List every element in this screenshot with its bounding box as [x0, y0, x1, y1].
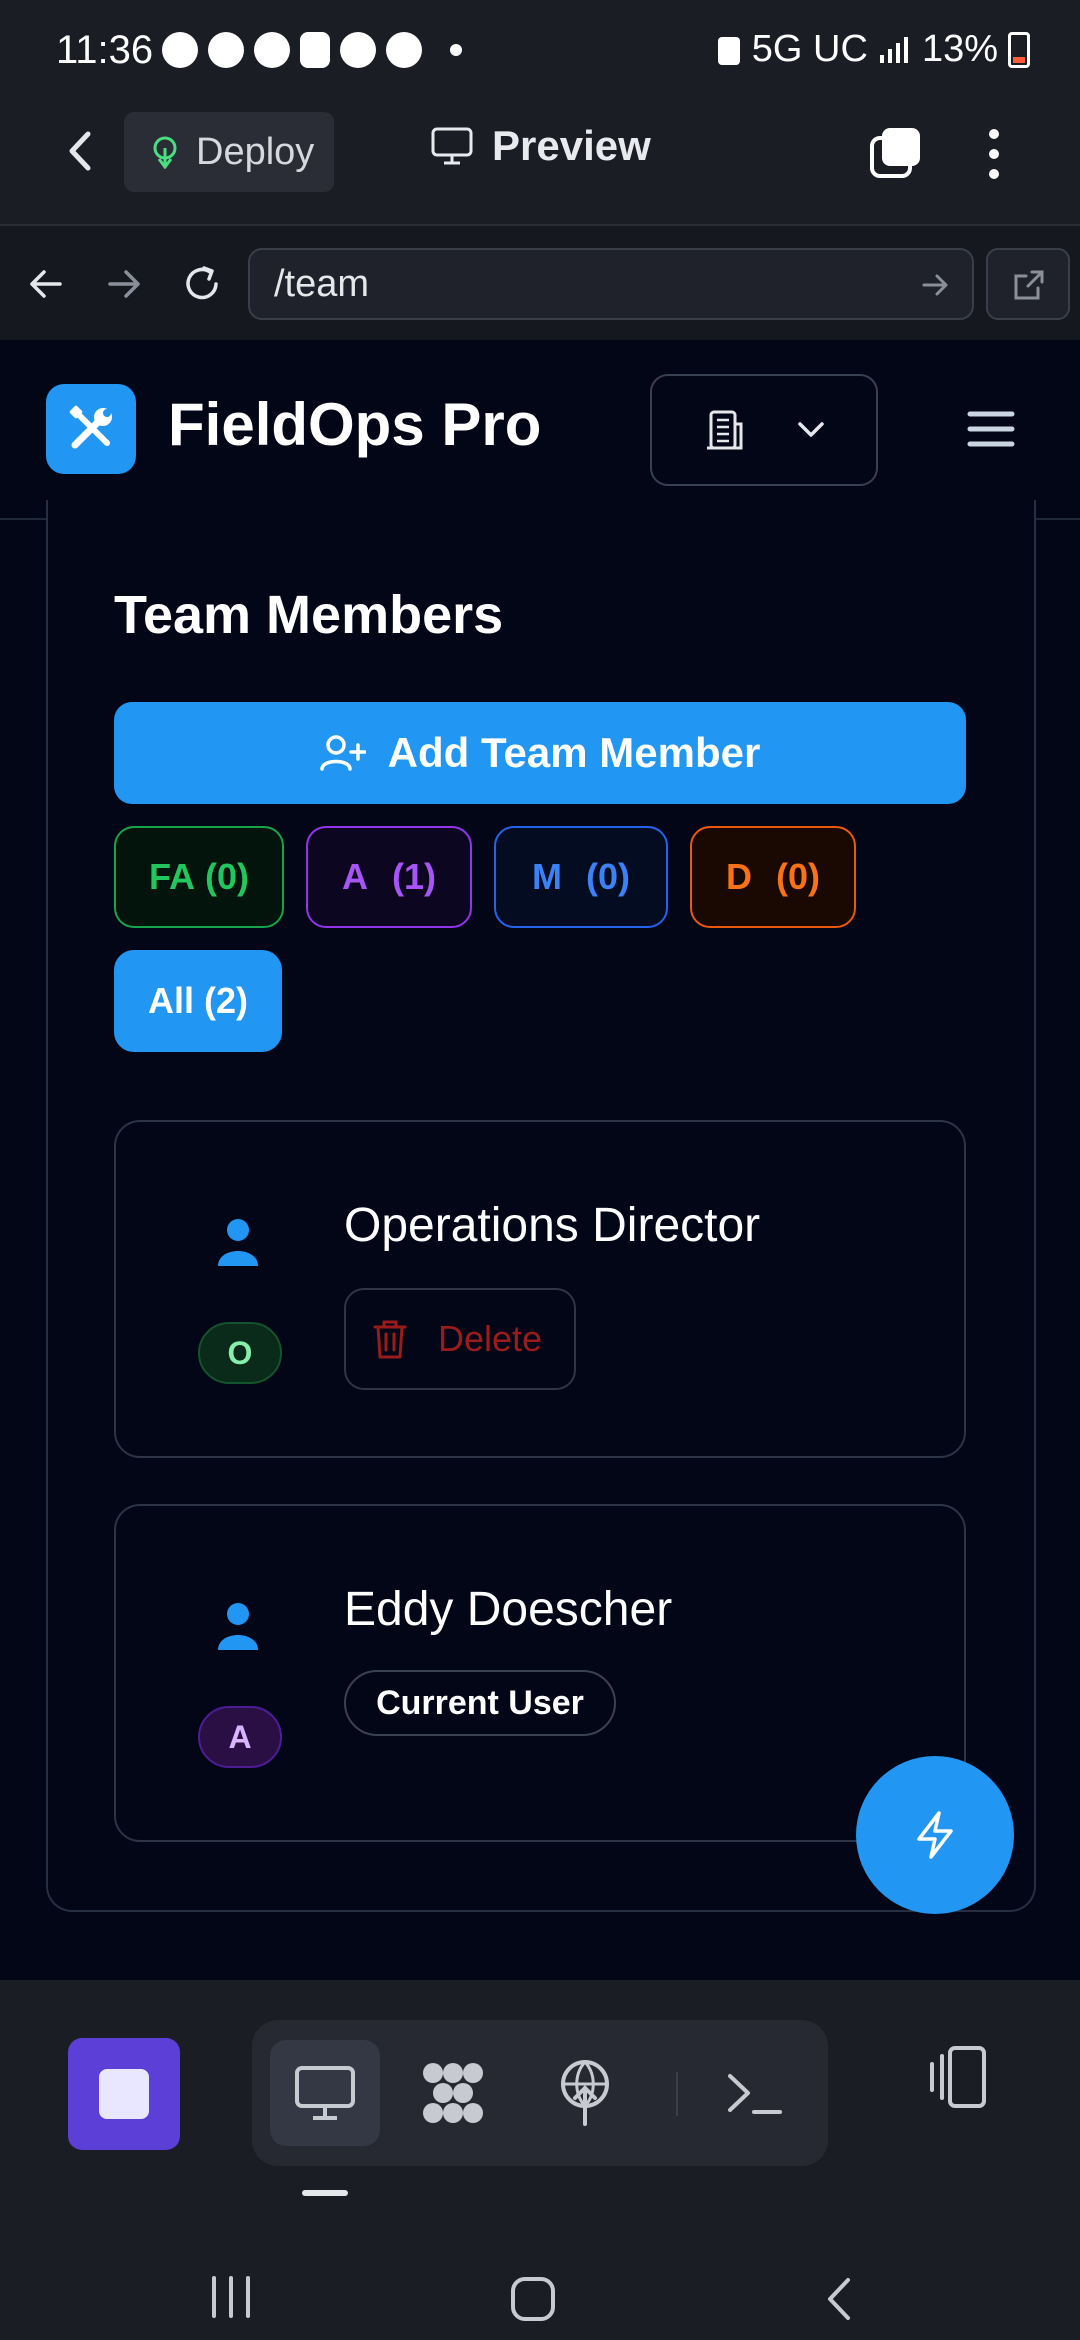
messenger-icon [254, 32, 290, 68]
messenger-icon [162, 32, 198, 68]
recents-icon[interactable] [206, 2274, 256, 2320]
signal-icon [879, 36, 908, 63]
chevron-down-icon [798, 422, 824, 437]
filter-chip-all[interactable]: All (2) [114, 950, 282, 1052]
preview-label: Preview [492, 122, 651, 169]
app-brand-name: FieldOps Pro [168, 391, 542, 458]
messenger-icon [208, 32, 244, 68]
bottom-dock [0, 1980, 1080, 2180]
status-right: 5G UC 13% [716, 28, 1030, 71]
network-label: 5G UC [751, 28, 868, 70]
status-bar: 11:36 5G UC 13% [0, 0, 1080, 100]
delete-label: Delete [438, 1318, 543, 1359]
home-icon[interactable] [508, 2274, 558, 2324]
app-logo[interactable] [46, 384, 136, 474]
filter-chip-label: D [726, 856, 752, 897]
messenger-icon [340, 32, 376, 68]
external-link-icon [1014, 270, 1044, 300]
system-back-icon[interactable] [818, 2274, 858, 2324]
system-nav-bar [0, 2180, 1080, 2340]
dock-tab-group [252, 2020, 828, 2166]
notification-icons [162, 32, 462, 68]
organization-selector[interactable] [650, 374, 878, 486]
more-options-icon[interactable] [982, 126, 1006, 182]
deploy-icon [561, 2060, 609, 2126]
member-name: Operations Director [344, 1199, 761, 1252]
filter-chip-d[interactable]: D (0) [690, 826, 856, 928]
section-title: Team Members [114, 585, 504, 645]
battery-percent: 13% [921, 28, 998, 70]
dock-active-indicator [302, 2190, 348, 2196]
dock-tab-deploy[interactable] [530, 2040, 640, 2146]
role-badge: O [198, 1322, 282, 1384]
filter-chip-count: (0) [776, 856, 820, 897]
device-layout-icon[interactable] [924, 2044, 990, 2110]
trash-icon [373, 1320, 407, 1359]
monitor-icon [431, 127, 473, 165]
role-badge: A [198, 1706, 282, 1768]
dock-divider [676, 2072, 678, 2116]
missed-call-icon [386, 32, 422, 68]
member-card: A Eddy Doescher Current User [114, 1504, 966, 1842]
monitor-icon [295, 2066, 355, 2120]
user-icon [218, 1219, 258, 1266]
building-icon [707, 410, 743, 450]
filter-chip-m[interactable]: M (0) [494, 826, 668, 928]
back-chevron-icon[interactable] [56, 126, 106, 176]
filter-chip-label: M [532, 856, 562, 897]
filter-chip-label: All (2) [147, 980, 248, 1021]
alert-icon [300, 32, 330, 68]
filter-chip-label: FA [148, 856, 195, 897]
menu-hamburger-icon[interactable] [966, 408, 1016, 450]
delete-member-button[interactable]: Delete [344, 1288, 576, 1390]
app-header: FieldOps Pro [0, 340, 1080, 520]
preview-tab[interactable]: Preview [430, 122, 651, 170]
battery-icon [1008, 31, 1030, 68]
stop-button[interactable] [68, 2038, 180, 2150]
deploy-button[interactable]: Deploy [124, 112, 334, 192]
status-time: 11:36 [56, 28, 154, 72]
lightning-icon [917, 1811, 953, 1859]
wrench-screwdriver-icon [69, 405, 112, 449]
url-input[interactable]: /team [248, 248, 974, 320]
user-icon [218, 1603, 258, 1650]
reload-icon[interactable] [180, 262, 224, 306]
terminal-icon [728, 2074, 782, 2114]
tabs-icon[interactable] [868, 124, 924, 180]
back-arrow-icon[interactable] [24, 262, 68, 306]
filter-chip-fa[interactable]: FA (0) [114, 826, 284, 928]
dock-tab-console[interactable] [700, 2040, 810, 2146]
user-plus-icon [319, 735, 366, 771]
nodes-icon [423, 2063, 483, 2123]
open-external-button[interactable] [986, 248, 1070, 320]
filter-chip-count: (0) [586, 856, 630, 897]
browser-toolbar: Deploy Preview [0, 100, 1080, 224]
url-bar: /team [0, 224, 1080, 340]
stop-icon [99, 2069, 149, 2119]
add-team-member-button[interactable]: Add Team Member [114, 702, 966, 804]
filter-chip-count: (1) [392, 856, 436, 897]
filter-chip-a[interactable]: A (1) [306, 826, 472, 928]
add-team-member-label: Add Team Member [387, 729, 761, 776]
current-user-badge: Current User [344, 1670, 616, 1736]
forward-arrow-icon[interactable] [102, 262, 146, 306]
go-arrow-icon[interactable] [918, 268, 952, 302]
more-notifications-dot [450, 44, 462, 56]
dock-tab-workflow[interactable] [398, 2040, 508, 2146]
quick-action-button[interactable] [856, 1756, 1014, 1914]
member-name: Eddy Doescher [344, 1583, 673, 1636]
url-text: /team [274, 262, 370, 305]
battery-saver-icon [717, 36, 740, 65]
filter-chip-count: (0) [205, 856, 250, 897]
deploy-label: Deploy [196, 130, 315, 173]
filter-chip-label: A [342, 856, 368, 897]
deploy-icon [153, 136, 177, 169]
dock-tab-preview[interactable] [270, 2040, 380, 2146]
member-card: O Operations Director Delete [114, 1120, 966, 1458]
